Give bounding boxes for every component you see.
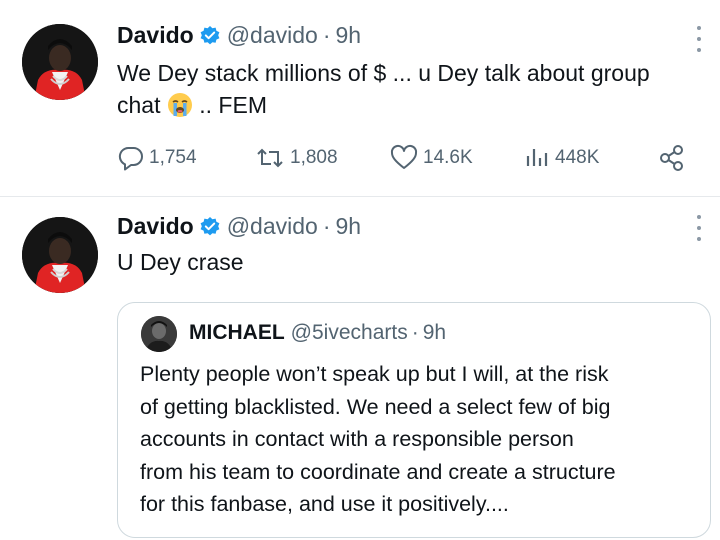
author-name[interactable]: Davido [117,213,194,240]
like-count: 14.6K [423,147,473,168]
quoted-tweet-text: Plenty people won’t speak up but I will,… [140,358,700,521]
tweet-text: We Dey stack millions of $ ... u Dey tal… [117,57,697,121]
avatar[interactable] [22,217,98,293]
quoted-avatar[interactable] [141,316,177,352]
views-count: 448K [555,147,600,168]
tweet-text-line: chat .. FEM [117,89,697,121]
quoted-timestamp[interactable]: 9h [423,321,446,345]
verified-badge-icon [199,216,221,238]
author-name[interactable]: Davido [117,22,194,49]
author-handle[interactable]: @davido [227,22,318,49]
timestamp[interactable]: 9h [335,22,361,49]
tweet[interactable]: Davido @davido · 9h We Dey stack million… [0,0,720,197]
reply-button[interactable]: 1,754 [117,141,197,175]
tweet-text-fragment: chat [117,92,161,118]
quoted-text-line: from his team to coordinate and create a… [140,459,616,484]
author-handle[interactable]: @davido [227,213,318,240]
separator-dot: · [322,213,331,239]
tweet-text: U Dey crase [117,249,244,275]
tweet-text-fragment: .. FEM [192,92,267,118]
tweet-text-line: We Dey stack millions of $ ... u Dey tal… [117,60,650,86]
views-button[interactable]: 448K [523,141,599,175]
quoted-text-line: accounts in contact with a responsible p… [140,427,574,452]
quoted-text-line: for this fanbase, and use it positively.… [140,492,509,517]
tweet[interactable]: Davido @davido · 9h U Dey crase MICHAEL … [0,197,720,540]
quoted-tweet[interactable]: MICHAEL @5ivecharts · 9h Plenty people w… [117,302,711,538]
reply-count: 1,754 [149,147,197,168]
quoted-tweet-header: MICHAEL @5ivecharts · 9h [189,321,446,345]
action-bar: 1,754 1,808 14.6K 448K [117,141,693,175]
repost-icon [254,144,286,172]
repost-button[interactable]: 1,808 [254,141,338,175]
quoted-text-line: Plenty people won’t speak up but I will,… [140,362,609,386]
separator-dot: · [322,22,331,48]
quoted-text-line: of getting blacklisted. We need a select… [140,394,611,419]
reply-icon [117,144,145,172]
more-options-icon[interactable] [696,26,702,52]
timestamp[interactable]: 9h [335,213,361,240]
heart-icon [389,144,419,172]
quoted-author-name[interactable]: MICHAEL [189,321,285,345]
tweet-header: Davido @davido · 9h [117,213,361,240]
quoted-author-handle[interactable]: @5ivecharts [291,321,408,345]
avatar[interactable] [22,24,98,100]
like-button[interactable]: 14.6K [389,141,473,175]
share-icon [657,143,687,173]
repost-count: 1,808 [290,147,338,168]
tweet-header: Davido @davido · 9h [117,22,361,49]
views-icon [523,144,551,172]
verified-badge-icon [199,25,221,47]
loudly-crying-face-icon [167,92,193,118]
separator-dot: · [411,321,419,344]
more-options-icon[interactable] [696,215,702,241]
share-button[interactable] [657,141,687,175]
